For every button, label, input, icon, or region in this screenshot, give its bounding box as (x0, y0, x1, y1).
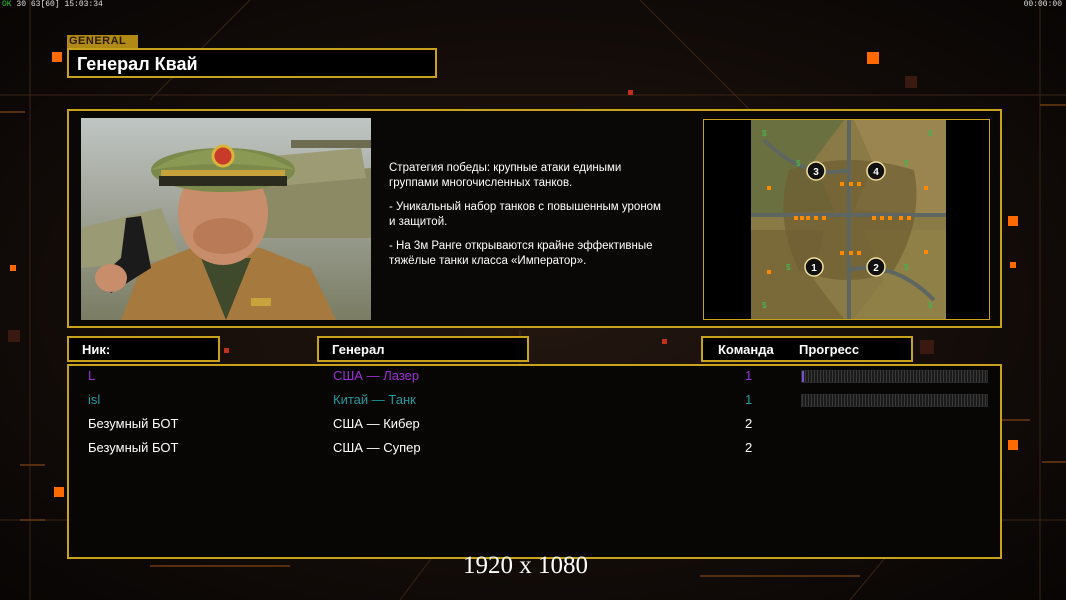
game-timer: 00:00:00 (1023, 0, 1062, 9)
player-nick: Безумный БОТ (88, 440, 179, 455)
header-general: Генерал (317, 336, 529, 362)
player-progress-fill (802, 371, 804, 382)
player-general: США — Лазер (333, 368, 420, 383)
debug-ok: OK (2, 0, 12, 9)
header-nick-label: Ник: (82, 342, 111, 357)
player-row: Безумный БОТ США — Кибер 2 (69, 414, 1000, 438)
debug-fps: [60] (40, 0, 60, 9)
spawn-1: 1 (811, 263, 817, 274)
section-tag: GENERAL (67, 35, 138, 48)
player-team: 1 (745, 368, 753, 383)
player-nick: L (88, 368, 96, 383)
player-nick: isl (88, 392, 101, 407)
general-title: Генерал Квай (77, 54, 198, 74)
player-team: 2 (745, 416, 753, 431)
header-team-progress: Команда Прогресс (701, 336, 913, 362)
players-panel: L США — Лазер 1 isl Китай — Танк 1 Безумный БО… (67, 364, 1002, 559)
svg-text:$: $ (762, 301, 767, 310)
header-general-label: Генерал (332, 342, 385, 357)
strategy-line: Стратегия победы: крупные атаки едиными … (389, 162, 622, 189)
svg-text:$: $ (796, 159, 801, 168)
spawn-4: 4 (873, 167, 879, 178)
player-nick: Безумный БОТ (88, 416, 179, 431)
header-team-label: Команда (718, 342, 774, 357)
player-progress-bar (801, 394, 988, 407)
feature-line: - Уникальный набор танков с повышенным у… (389, 201, 661, 228)
svg-text:$: $ (786, 263, 791, 272)
general-title-box: Генерал Квай (67, 48, 437, 78)
player-progress-bar (801, 370, 988, 383)
player-general: США — Супер (333, 440, 421, 455)
player-row: L США — Лазер 1 (69, 366, 1000, 390)
svg-text:$: $ (928, 301, 933, 310)
player-general: Китай — Танк (333, 392, 416, 407)
debug-clock: 15:03:34 (64, 0, 103, 9)
rank-line: - На 3м Ранге открываются крайне эффекти… (389, 240, 653, 267)
strategy-description: Стратегия победы: крупные атаки едиными … (389, 161, 694, 278)
svg-text:$: $ (904, 159, 909, 168)
general-portrait (81, 118, 371, 320)
header-progress-label: Прогресс (799, 342, 860, 357)
header-nick: Ник: (67, 336, 220, 362)
player-row: Безумный БОТ США — Супер 2 (69, 438, 1000, 462)
player-general: США — Кибер (333, 416, 420, 431)
spawn-3: 3 (813, 167, 819, 178)
map-preview: $ $ $ $ $ $ $ $ 3 4 1 2 (703, 119, 990, 320)
svg-text:$: $ (762, 129, 767, 138)
player-team: 2 (745, 440, 753, 455)
resolution-label: 1920 x 1080 (463, 552, 588, 579)
player-row: isl Китай — Танк 1 (69, 390, 1000, 414)
player-team: 1 (745, 392, 753, 407)
debug-numbers: 30 63 (16, 0, 41, 9)
svg-text:$: $ (904, 263, 909, 272)
debug-stats: OK 30 63[60] 15:03:34 (2, 0, 103, 9)
spawn-2: 2 (873, 263, 879, 274)
svg-text:$: $ (928, 129, 933, 138)
